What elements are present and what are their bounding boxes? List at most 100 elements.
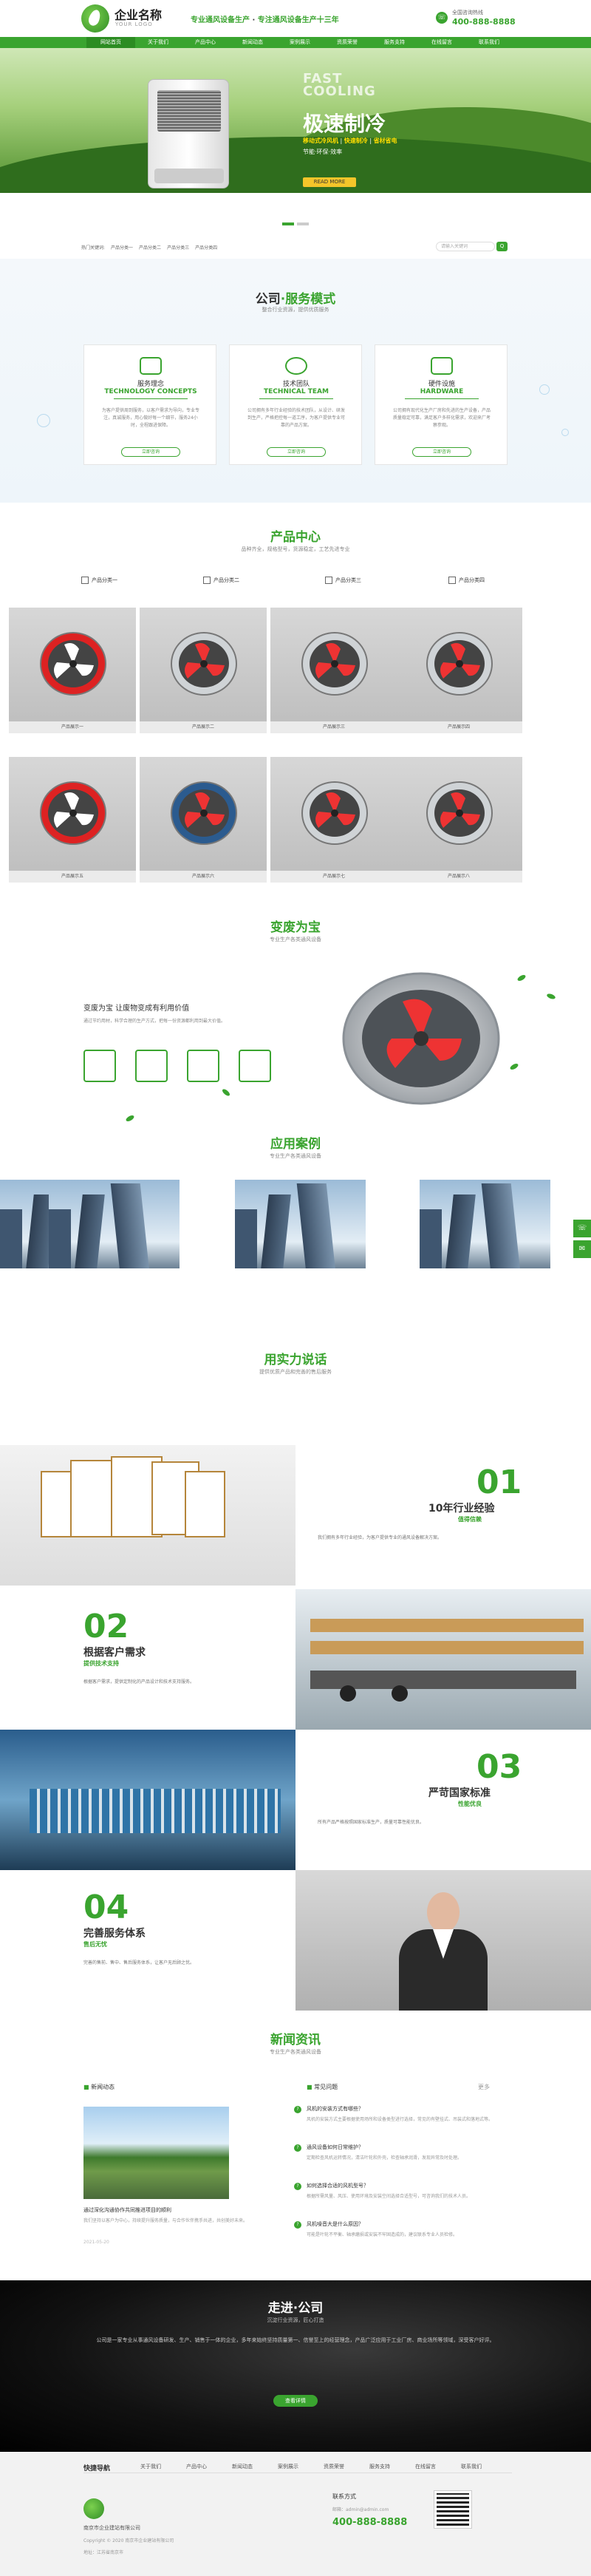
faq-icon: ■	[307, 2084, 315, 2090]
product-card[interactable]: 产品展示二	[140, 608, 267, 733]
news-left-heading: ■ 新闻动态	[83, 2084, 115, 2090]
tab-category-3[interactable]: 产品分类三	[325, 577, 361, 584]
about-subtitle: 沉淀行业资源，匠心打造	[267, 2317, 324, 2323]
recycle-headline: 变废为宝 让废物变成有利用价值	[83, 1005, 190, 1013]
plant-icon	[239, 1050, 271, 1082]
fan-image	[342, 972, 500, 1105]
side-mail-icon[interactable]: ✉	[573, 1240, 591, 1258]
consult-button[interactable]: 立即咨询	[121, 447, 180, 457]
news-main-date: 2021-05-20	[83, 2240, 109, 2245]
footer-nav-link[interactable]: 在线留言	[415, 2463, 436, 2470]
banner-dot[interactable]	[282, 222, 294, 225]
main-nav: 网站首页 关于我们 产品中心 新闻动态 案例展示 资质荣誉 服务支持 在线留言 …	[0, 37, 591, 48]
category-icon	[448, 577, 456, 584]
search-input[interactable]: 请输入关键词	[436, 242, 495, 251]
footer-nav-link[interactable]: 产品中心	[186, 2463, 207, 2470]
banner-dot[interactable]	[297, 222, 309, 225]
news-subtitle: 专业生产各类通风设备	[270, 2049, 321, 2055]
nav-news[interactable]: 新闻动态	[228, 37, 277, 48]
product-card[interactable]: 产品展示一	[9, 608, 136, 733]
faq-heading: ■ 常见问题	[307, 2084, 338, 2090]
search-button[interactable]: Q	[496, 242, 508, 251]
faq-item[interactable]: ? 通风设备如何日常维护？ 定期检查风机运转情况，清洁叶轮和外壳，检查轴承润滑，发现…	[294, 2144, 506, 2161]
footer-nav-link[interactable]: 服务支持	[369, 2463, 390, 2470]
product-caption: 产品展示二	[140, 721, 267, 733]
footer-nav-link[interactable]: 资质荣誉	[324, 2463, 344, 2470]
strength-title: 用实力说话	[264, 1353, 327, 1367]
footer-company: 南京市企业建站有限公司	[83, 2525, 140, 2531]
side-phone-icon[interactable]: ☏	[573, 1220, 591, 1237]
brand-sub: YOUR LOGO	[115, 21, 153, 27]
fan-product-image	[301, 781, 368, 845]
fan-product-image	[171, 632, 237, 696]
team-icon	[285, 357, 307, 375]
nav-honor[interactable]: 资质荣誉	[323, 37, 372, 48]
nav-home[interactable]: 网站首页	[86, 37, 135, 48]
consult-button[interactable]: 立即咨询	[412, 447, 471, 457]
hero-banner	[0, 48, 591, 193]
phone-icon: ☏	[436, 12, 448, 24]
nav-message[interactable]: 在线留言	[417, 37, 466, 48]
logo-icon[interactable]	[81, 4, 109, 33]
product-card[interactable]: 产品展示七	[270, 757, 397, 883]
product-card[interactable]: 产品展示四	[395, 608, 522, 733]
category-icon	[81, 577, 89, 584]
nav-cases[interactable]: 案例展示	[276, 37, 324, 48]
news-title: 新闻资讯	[270, 2033, 321, 2047]
banner-en: FAST COOLING	[303, 71, 376, 99]
news-main-title[interactable]: 通过深化沟通协作共同推进项目的顺利	[83, 2206, 231, 2214]
concept-icon	[140, 357, 162, 375]
product-caption: 产品展示五	[9, 871, 136, 883]
footer-nav-link[interactable]: 案例展示	[278, 2463, 298, 2470]
tab-category-2[interactable]: 产品分类二	[203, 577, 239, 584]
service-card: 服务理念 TECHNOLOGY CONCEPTS 为客户提供周到服务，以客户需求为…	[83, 344, 216, 465]
hotline: ☏ 全国咨询热线 400-888-8888	[436, 7, 517, 30]
consult-button[interactable]: 立即咨询	[267, 447, 326, 457]
nav-contact[interactable]: 联系我们	[465, 37, 513, 48]
category-icon	[325, 577, 332, 584]
recycle-text: 通过节约用材，科学合理的生产方式，把每一份资源都利用到最大价值。	[83, 1019, 226, 1024]
site-header: 企业名称 YOUR LOGO 专业通风设备生产 · 专注通风设备生产十三年 ☏ …	[0, 0, 591, 37]
footer-contact-heading: 联系方式	[332, 2493, 356, 2500]
factory-image	[296, 1589, 591, 1730]
footer-quick-heading: 快捷导航	[83, 2465, 111, 2473]
faq-item[interactable]: ? 风机的安装方式有哪些？ 风机的安装方式主要根据使用场所和设备类型进行选择，常见的…	[294, 2105, 506, 2123]
slogan: 专业通风设备生产 · 专注通风设备生产十三年	[191, 16, 339, 24]
fan-product-image	[171, 781, 237, 845]
nav-service[interactable]: 服务支持	[370, 37, 419, 48]
category-icon	[203, 577, 211, 584]
product-card[interactable]: 产品展示八	[395, 757, 522, 883]
case-image[interactable]	[49, 1180, 180, 1268]
news-image[interactable]	[83, 2107, 229, 2199]
qr-code-icon	[434, 2490, 472, 2529]
product-card[interactable]: 产品展示三	[270, 608, 397, 733]
more-link[interactable]: 更多	[478, 2083, 490, 2091]
product-caption: 产品展示四	[395, 721, 522, 733]
product-caption: 产品展示八	[395, 871, 522, 883]
product-card[interactable]: 产品展示六	[140, 757, 267, 883]
product-caption: 产品展示七	[270, 871, 397, 883]
tab-category-1[interactable]: 产品分类一	[81, 577, 117, 584]
case-image[interactable]	[235, 1180, 366, 1268]
tab-category-4[interactable]: 产品分类四	[448, 577, 485, 584]
product-card[interactable]: 产品展示五	[9, 757, 136, 883]
brand-name: 企业名称	[115, 8, 163, 22]
fan-product-image	[40, 632, 106, 696]
news-main-text: 我们坚持以客户为中心，持续提升服务质量，与合作伙伴携手共进，共创美好未来。	[83, 2218, 248, 2223]
water-icon	[83, 1050, 116, 1082]
nav-about[interactable]: 关于我们	[134, 37, 182, 48]
footer-nav-link[interactable]: 新闻动态	[232, 2463, 253, 2470]
fan-product-image	[426, 632, 493, 696]
service-card: 硬件设施 HARDWARE 公司拥有现代化生产厂房和先进的生产设备，产品质量稳定可…	[375, 344, 508, 465]
certificates-image	[0, 1445, 296, 1586]
service-subtitle: 整合行业资源，提供优质服务	[262, 307, 329, 313]
footer-nav-link[interactable]: 关于我们	[140, 2463, 161, 2470]
cases-subtitle: 专业生产各类通风设备	[270, 1153, 321, 1159]
faq-item[interactable]: ? 风机噪音大是什么原因？ 可能是叶轮不平衡、轴承磨损或安装不牢固造成的，建议联系专…	[294, 2220, 506, 2238]
case-image[interactable]	[420, 1180, 550, 1268]
about-detail-button[interactable]: 查看详情	[273, 2395, 318, 2407]
nav-products[interactable]: 产品中心	[181, 37, 230, 48]
faq-item[interactable]: ? 如何选择合适的风机型号？ 根据所需风量、风压、使用环境及安装空间选择合适型号，可…	[294, 2182, 506, 2200]
read-more-button[interactable]: READ MORE	[303, 177, 356, 187]
footer-nav-link[interactable]: 联系我们	[461, 2463, 482, 2470]
